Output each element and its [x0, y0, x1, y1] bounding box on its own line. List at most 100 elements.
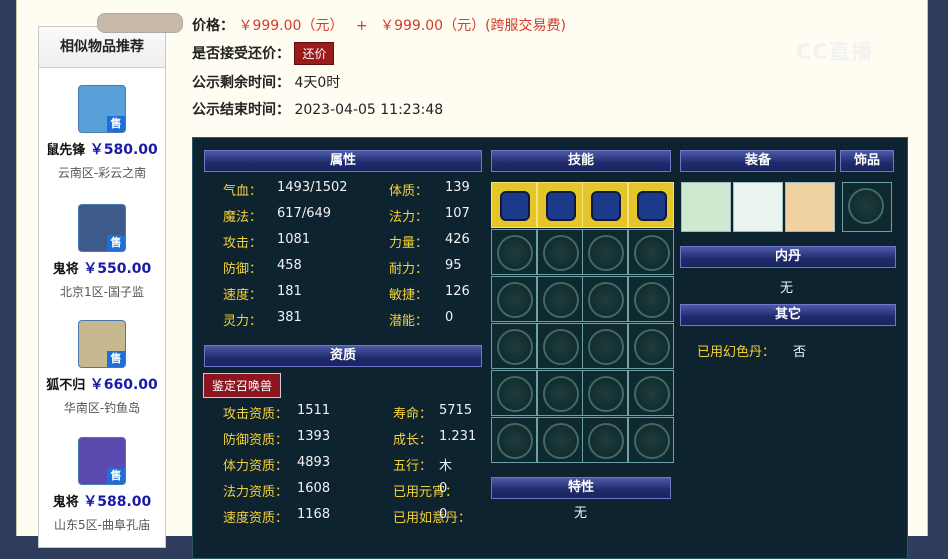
- skill-glyph-icon: [500, 191, 530, 221]
- similar-items-panel: 相似物品推荐 售 鼠先锋 ￥580.00 云南区-彩云之南 售 鬼将 ￥550.…: [38, 13, 183, 548]
- stat-value: 458: [277, 258, 302, 273]
- stat-label: 已用如意丹：: [393, 511, 472, 526]
- cross-server-fee: ￥999.00（元）(跨服交易费): [380, 18, 567, 34]
- equipment-slot-armor[interactable]: [681, 182, 731, 232]
- empty-skill-slot[interactable]: [491, 229, 537, 275]
- stat-label: 防御资质：: [223, 433, 289, 448]
- empty-skill-slot[interactable]: [582, 229, 628, 275]
- empty-slot-icon: [542, 235, 579, 271]
- equipment-slot-ring[interactable]: [733, 182, 783, 232]
- pet-avatar[interactable]: 售: [78, 85, 126, 133]
- other-header: 其它: [680, 304, 896, 326]
- empty-skill-slot[interactable]: [491, 417, 537, 463]
- stat-value: 4893: [297, 455, 331, 470]
- empty-slot-icon: [542, 376, 579, 412]
- similar-item[interactable]: 售 鼠先锋 ￥580.00 云南区-彩云之南: [39, 85, 165, 181]
- empty-slot-icon: [848, 188, 884, 224]
- item-name[interactable]: 鬼将: [53, 262, 79, 277]
- item-price: ￥580.00: [89, 142, 158, 158]
- skill-glyph-icon: [636, 191, 667, 221]
- other-label: 已用幻色丹：: [697, 345, 776, 360]
- equipment-header: 装备: [680, 150, 836, 172]
- empty-slot-icon: [633, 376, 670, 412]
- item-price: ￥550.00: [83, 261, 152, 277]
- stat-value: 0: [445, 310, 454, 325]
- stat-label: 攻击资质：: [223, 407, 289, 422]
- empty-skill-slot[interactable]: [582, 370, 628, 416]
- empty-skill-slot[interactable]: [627, 276, 674, 322]
- skill-icon[interactable]: [536, 182, 583, 228]
- price-row: 价格： ￥999.00（元） + ￥999.00（元）(跨服交易费): [192, 15, 566, 35]
- empty-skill-slot[interactable]: [582, 417, 628, 463]
- pet-avatar[interactable]: 售: [78, 320, 126, 368]
- item-server: 北京1区-国子监: [60, 285, 144, 299]
- empty-skill-slot[interactable]: [627, 229, 674, 275]
- identify-pet-button[interactable]: 鉴定召唤兽: [203, 373, 282, 398]
- item-price: ￥588.00: [83, 494, 152, 510]
- stat-value: 181: [277, 284, 302, 299]
- accessory-header: 饰品: [840, 150, 894, 172]
- neidan-value: 无: [780, 281, 794, 296]
- empty-slot-icon: [497, 282, 533, 318]
- skill-icon[interactable]: [491, 182, 537, 228]
- similar-item[interactable]: 售 鬼将 ￥588.00 山东5区-曲阜孔庙: [39, 437, 165, 533]
- stat-label: 寿命：: [393, 407, 433, 422]
- item-name[interactable]: 鼠先锋: [46, 143, 85, 158]
- stat-label: 潜能：: [389, 314, 429, 329]
- item-server: 华南区-钓鱼岛: [63, 401, 141, 415]
- stat-label: 成长：: [393, 433, 433, 448]
- empty-skill-slot[interactable]: [536, 229, 583, 275]
- stat-label: 体力资质：: [223, 459, 289, 474]
- empty-skill-slot[interactable]: [491, 276, 537, 322]
- pet-avatar[interactable]: 售: [78, 204, 126, 252]
- stat-value: 617/649: [277, 206, 332, 221]
- stat-value: 木: [439, 459, 453, 474]
- remain-label: 公示剩余时间：: [192, 75, 290, 91]
- pet-detail-panel: 属性 气血： 1493/1502 体质： 139 魔法： 617/649 法力： 107 攻击：…: [192, 137, 908, 559]
- empty-skill-slot[interactable]: [582, 323, 628, 369]
- stat-label: 五行：: [393, 459, 433, 474]
- empty-slot-icon: [588, 376, 624, 412]
- empty-slot-icon: [633, 282, 670, 318]
- stat-value: 1493/1502: [277, 180, 348, 195]
- item-name[interactable]: 鬼将: [53, 495, 79, 510]
- stat-label: 法力资质：: [223, 485, 289, 500]
- empty-skill-slot[interactable]: [627, 417, 674, 463]
- empty-slot-icon: [497, 376, 533, 412]
- features-header: 特性: [491, 477, 671, 499]
- empty-slot-icon: [542, 329, 579, 365]
- top-thumbnail: [97, 13, 183, 33]
- pet-avatar[interactable]: 售: [78, 437, 126, 485]
- skill-icon[interactable]: [582, 182, 628, 228]
- empty-skill-slot[interactable]: [491, 323, 537, 369]
- empty-slot-icon: [542, 423, 579, 459]
- stat-value: 0: [439, 481, 448, 496]
- watermark: CC直播: [796, 40, 873, 64]
- accessory-slot[interactable]: [842, 182, 892, 232]
- bargain-button[interactable]: 还价: [294, 42, 335, 65]
- empty-skill-slot[interactable]: [536, 276, 583, 322]
- empty-skill-slot[interactable]: [627, 370, 674, 416]
- empty-skill-slot[interactable]: [627, 323, 674, 369]
- similar-item[interactable]: 售 狐不归 ￥660.00 华南区-钓鱼岛: [39, 320, 165, 416]
- similar-item[interactable]: 售 鬼将 ￥550.00 北京1区-国子监: [39, 204, 165, 300]
- empty-slot-icon: [633, 235, 670, 271]
- similar-items-title: 相似物品推荐: [39, 27, 165, 68]
- equipment-slot-collar[interactable]: [785, 182, 835, 232]
- stat-label: 力量：: [389, 236, 429, 251]
- stat-label: 耐力：: [389, 262, 429, 277]
- skill-icon[interactable]: [627, 182, 674, 228]
- empty-skill-slot[interactable]: [536, 370, 583, 416]
- stat-label: 速度资质：: [223, 511, 289, 526]
- empty-skill-slot[interactable]: [536, 417, 583, 463]
- empty-skill-slot[interactable]: [536, 323, 583, 369]
- empty-skill-slot[interactable]: [491, 370, 537, 416]
- end-label: 公示结束时间：: [192, 102, 290, 118]
- item-name[interactable]: 狐不归: [46, 378, 85, 393]
- empty-slot-icon: [497, 329, 533, 365]
- sell-badge: 售: [107, 116, 125, 132]
- item-server: 云南区-彩云之南: [57, 166, 147, 180]
- item-price: ￥660.00: [89, 377, 158, 393]
- stat-label: 灵力：: [223, 314, 263, 329]
- empty-skill-slot[interactable]: [582, 276, 628, 322]
